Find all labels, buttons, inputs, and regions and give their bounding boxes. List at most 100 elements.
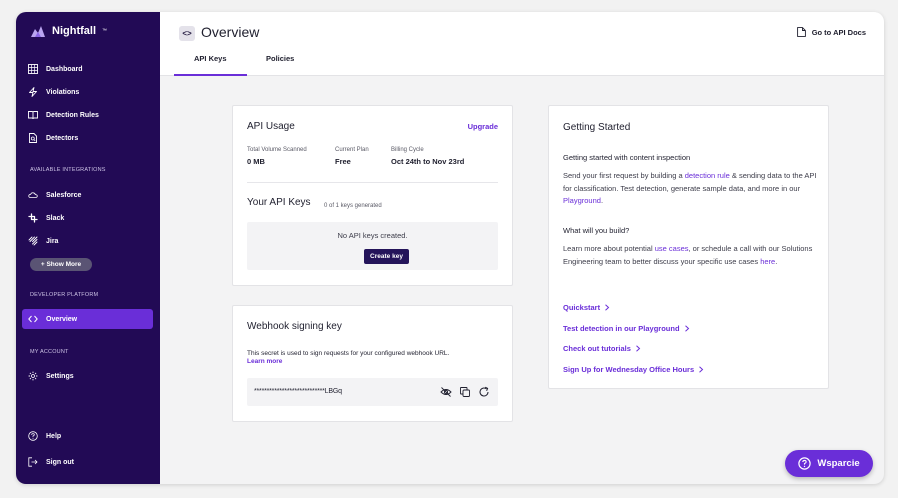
tab-policies[interactable]: Policies <box>266 54 294 63</box>
sidebar-item-label: Detection Rules <box>46 111 99 119</box>
empty-state-text: No API keys created. <box>337 231 408 240</box>
sidebar-item-dashboard[interactable]: Dashboard <box>22 59 153 79</box>
sidebar-item-label: Help <box>46 432 62 440</box>
getting-started-card: Getting Started Getting started with con… <box>548 105 829 389</box>
help-circle-icon <box>798 457 812 470</box>
webhook-title: Webhook signing key <box>247 321 342 332</box>
stat-label-volume: Total Volume Scanned <box>247 147 307 153</box>
webhook-secret-value: ****************************LBGq <box>254 388 342 395</box>
slack-icon <box>28 213 38 223</box>
webhook-card: Webhook signing key This secret is used … <box>232 305 513 422</box>
gear-icon <box>28 371 38 381</box>
cloud-icon <box>28 192 38 198</box>
code-icon: <> <box>179 26 195 41</box>
test-detection-link[interactable]: Test detection in our Playground <box>563 324 690 333</box>
sidebar-item-label: Violations <box>46 88 80 96</box>
link-label: Sign Up for Wednesday Office Hours <box>563 365 695 374</box>
getting-started-subtitle: Getting started with content inspection <box>563 153 691 162</box>
jira-icon <box>28 236 38 246</box>
here-link[interactable]: here <box>760 257 775 266</box>
stat-value-billing: Oct 24th to Nov 23rd <box>391 157 465 166</box>
brand-logo[interactable]: Nightfall ™ <box>30 24 107 38</box>
sidebar-item-overview[interactable]: Overview <box>22 309 153 329</box>
paragraph-text: Learn more about potential <box>563 244 655 253</box>
sidebar-item-label: Dashboard <box>46 65 83 73</box>
stat-label-plan: Current Plan <box>335 147 369 153</box>
getting-started-paragraph-2: Learn more about potential use cases, or… <box>563 243 821 268</box>
sidebar-item-slack[interactable]: Slack <box>22 208 153 228</box>
link-label: Check out tutorials <box>563 344 631 353</box>
developer-platform-section-label: DEVELOPER PLATFORM <box>30 292 99 298</box>
sidebar-item-settings[interactable]: Settings <box>22 366 153 386</box>
paragraph-text: . <box>600 196 604 205</box>
divider <box>247 182 498 183</box>
main-content: <> Overview Go to API Docs API Keys Poli… <box>160 12 884 484</box>
use-cases-link[interactable]: use cases <box>655 244 689 253</box>
app-window: Nightfall ™ Dashboard Violations Detectio… <box>16 12 884 484</box>
sidebar-item-label: Detectors <box>46 134 79 142</box>
upgrade-link[interactable]: Upgrade <box>468 122 498 131</box>
webhook-description: This secret is used to sign requests for… <box>247 350 450 357</box>
active-tab-indicator <box>174 74 247 76</box>
hide-secret-button[interactable] <box>440 385 452 397</box>
chevron-right-icon <box>636 345 641 352</box>
tab-api-keys[interactable]: API Keys <box>194 54 227 63</box>
lightning-icon <box>29 87 37 97</box>
detection-rule-link[interactable]: detection rule <box>685 171 730 180</box>
sidebar-item-violations[interactable]: Violations <box>22 82 153 102</box>
sidebar-item-salesforce[interactable]: Salesforce <box>22 185 153 205</box>
link-label: Test detection in our Playground <box>563 324 680 333</box>
page-header: <> Overview Go to API Docs API Keys Poli… <box>160 12 884 76</box>
sidebar-item-label: Salesforce <box>46 191 82 199</box>
document-icon <box>796 27 806 37</box>
sidebar-item-jira[interactable]: Jira <box>22 231 153 251</box>
office-hours-link[interactable]: Sign Up for Wednesday Office Hours <box>563 365 704 374</box>
api-keys-empty-state: No API keys created. Create key <box>247 222 498 270</box>
sidebar-item-detectors[interactable]: Detectors <box>22 128 153 148</box>
what-will-you-build-heading: What will you build? <box>563 226 630 235</box>
copy-secret-button[interactable] <box>459 385 471 397</box>
sidebar-item-label: Jira <box>46 237 59 245</box>
sidebar-item-help[interactable]: Help <box>22 426 153 446</box>
nightfall-logo-icon <box>31 26 45 37</box>
my-account-section-label: MY ACCOUNT <box>30 349 69 355</box>
learn-more-link[interactable]: Learn more <box>247 358 282 365</box>
getting-started-title: Getting Started <box>563 122 631 133</box>
sidebar-item-label: Sign out <box>46 458 74 466</box>
support-button[interactable]: Wsparcie <box>785 450 873 477</box>
chevron-right-icon <box>699 366 704 373</box>
sidebar-item-sign-out[interactable]: Sign out <box>22 452 153 472</box>
tutorials-link[interactable]: Check out tutorials <box>563 344 641 353</box>
link-label: Quickstart <box>563 303 601 312</box>
webhook-secret-field: ****************************LBGq <box>247 378 498 406</box>
api-keys-title: Your API Keys <box>247 197 311 208</box>
brand-name: Nightfall <box>52 25 96 37</box>
page-title: Overview <box>201 24 260 40</box>
quickstart-link[interactable]: Quickstart <box>563 303 610 312</box>
file-search-icon <box>29 133 37 143</box>
copy-icon <box>460 387 470 397</box>
book-icon <box>28 111 38 120</box>
stat-label-billing: Billing Cycle <box>391 147 424 153</box>
sidebar-item-detection-rules[interactable]: Detection Rules <box>22 105 153 125</box>
getting-started-paragraph-1: Send your first request by building a de… <box>563 170 821 208</box>
eye-off-icon <box>440 387 452 397</box>
api-keys-count: 0 of 1 keys generated <box>324 203 382 209</box>
api-usage-title: API Usage <box>247 121 295 132</box>
create-key-button[interactable]: Create key <box>364 249 409 264</box>
api-docs-link[interactable]: Go to API Docs <box>796 27 866 37</box>
show-more-button[interactable]: + Show More <box>30 258 92 271</box>
api-usage-card: API Usage Upgrade Total Volume Scanned 0… <box>232 105 513 286</box>
refresh-icon <box>479 386 489 397</box>
code-icon <box>28 315 38 323</box>
paragraph-text: Send your first request by building a <box>563 171 685 180</box>
grid-icon <box>28 64 38 74</box>
sign-out-icon <box>28 457 38 467</box>
sidebar: Nightfall ™ Dashboard Violations Detectio… <box>16 12 160 484</box>
paragraph-text: . <box>775 256 778 266</box>
sidebar-item-label: Settings <box>46 372 74 380</box>
help-icon <box>28 431 38 441</box>
integrations-section-label: AVAILABLE INTEGRATIONS <box>30 167 106 173</box>
playground-link[interactable]: Playground <box>563 196 601 205</box>
regenerate-secret-button[interactable] <box>478 385 490 397</box>
